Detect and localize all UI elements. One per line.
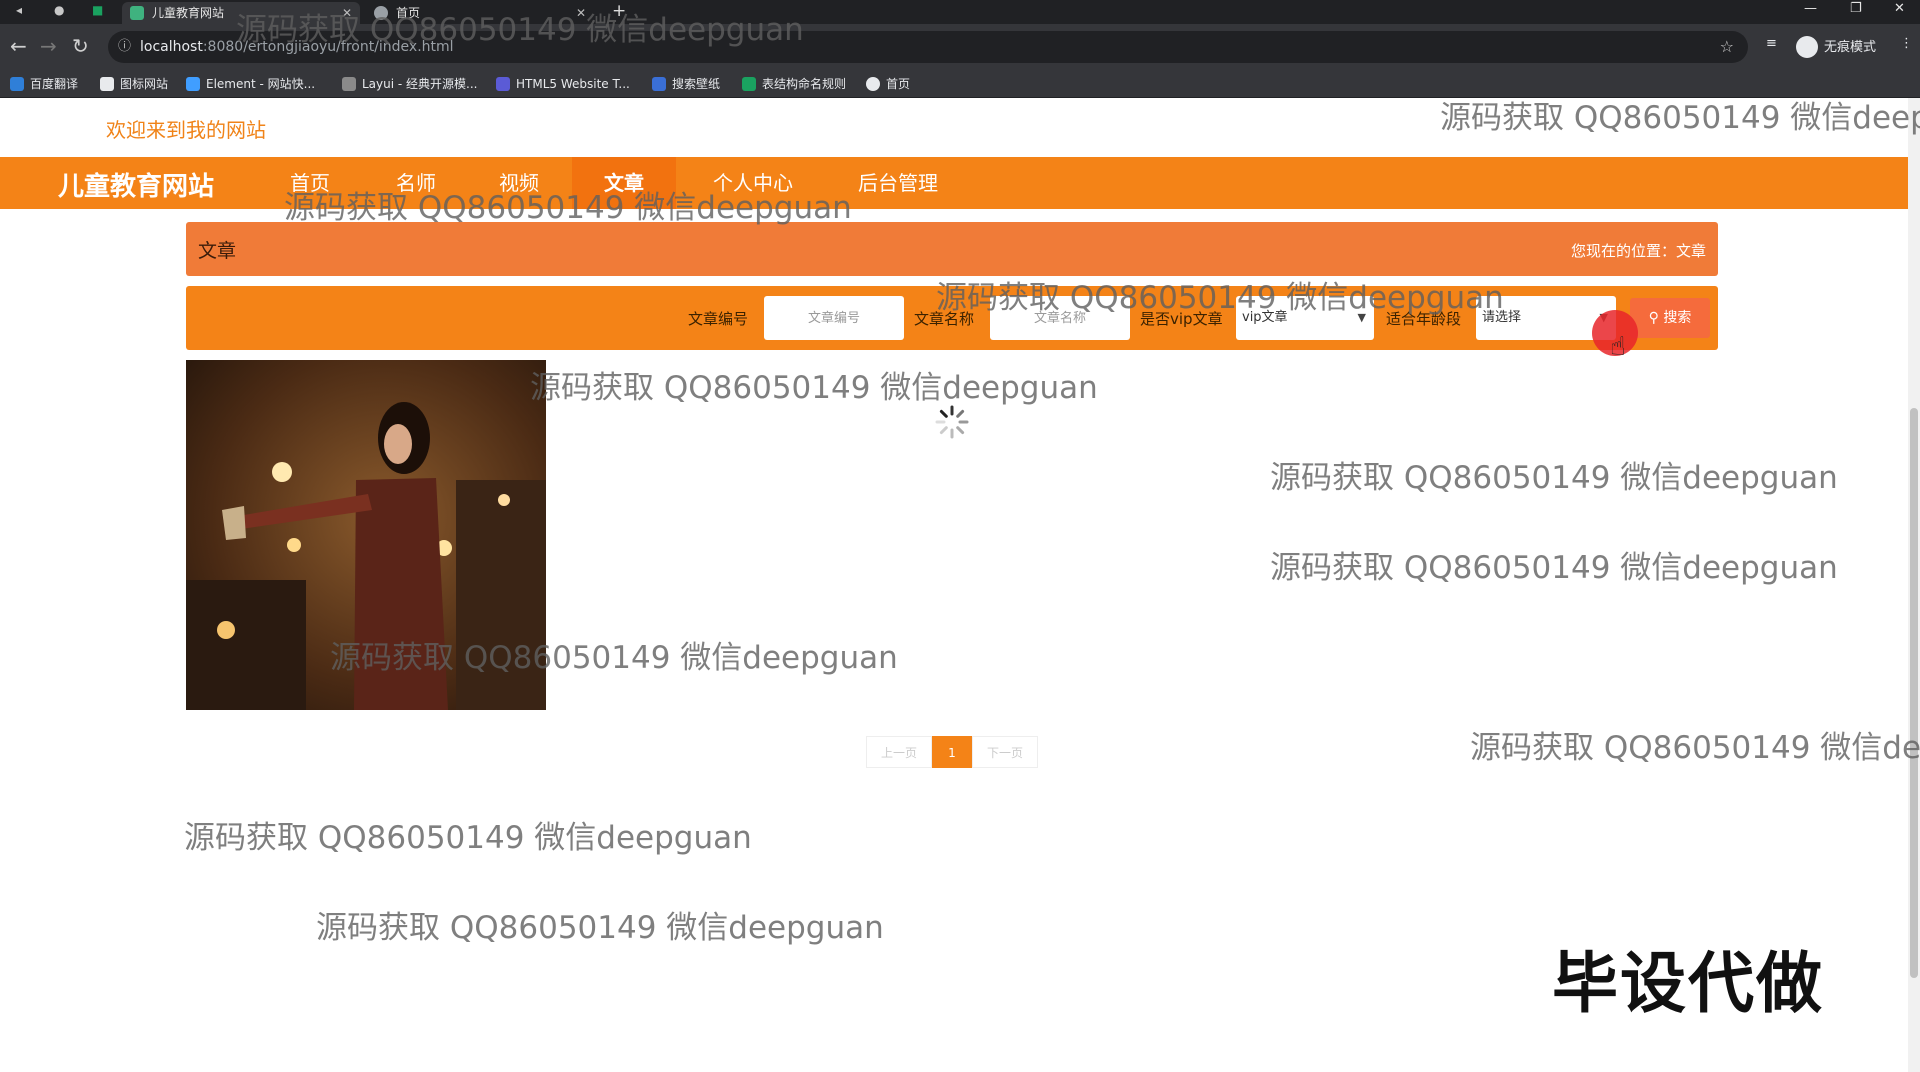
article-no-input[interactable]	[764, 296, 904, 340]
translate-icon	[10, 77, 24, 91]
globe-icon	[866, 77, 880, 91]
element-icon	[186, 77, 200, 91]
profile-label[interactable]: 无痕模式	[1824, 36, 1876, 55]
article-thumbnail[interactable]	[186, 360, 546, 710]
bookmark-item[interactable]: 图标网站	[100, 76, 168, 92]
main-navbar: 儿童教育网站 首页 名师 视频 文章 个人中心 后台管理	[0, 157, 1908, 209]
tab-title: 儿童教育网站	[152, 6, 225, 20]
nav-admin[interactable]: 后台管理	[846, 157, 950, 209]
wallpaper-icon	[652, 77, 666, 91]
globe-icon[interactable]: ●	[54, 3, 64, 17]
article-image	[186, 360, 546, 710]
browser-tab-strip: ◂ ● ■ 儿童教育网站 ✕ 首页 ✕ + — ❐ ✕	[0, 0, 1920, 24]
search-button[interactable]: ⚲ 搜索	[1630, 298, 1710, 338]
article-name-label: 文章名称	[914, 310, 975, 328]
vip-select-value: vip文章	[1242, 310, 1288, 325]
incognito-icon[interactable]	[1796, 36, 1818, 58]
chevron-down-icon: ▼	[1357, 311, 1366, 324]
nav-teachers[interactable]: 名师	[376, 157, 456, 209]
bookmark-item[interactable]: 搜索壁纸	[652, 76, 720, 92]
sheet-icon	[742, 77, 756, 91]
watermark: 源码获取 QQ86050149 微信deepguan	[1270, 550, 1838, 586]
location-value[interactable]: 文章	[1676, 242, 1706, 260]
minimize-icon[interactable]: —	[1804, 1, 1817, 16]
bookmark-item[interactable]: Layui - 经典开源模...	[342, 76, 477, 92]
age-select-value: 请选择	[1482, 310, 1522, 325]
bookmark-item[interactable]: Element - 网站快...	[186, 76, 315, 92]
tab-title: 首页	[396, 6, 421, 20]
flag-icon	[100, 77, 114, 91]
close-icon[interactable]: ✕	[576, 2, 586, 24]
article-name-input[interactable]	[990, 296, 1130, 340]
close-icon[interactable]: ✕	[342, 2, 352, 24]
reading-list-icon[interactable]: ≡	[1766, 36, 1777, 51]
watermark: 源码获取 QQ86050149 微信deepguan	[184, 820, 752, 856]
audio-icon[interactable]: ◂	[16, 3, 22, 17]
back-icon[interactable]: ←	[10, 34, 27, 58]
search-form: 文章编号 文章名称 是否vip文章 vip文章 ▼ 适合年龄段 请选择 ▼ ⚲ …	[186, 286, 1718, 350]
age-label: 适合年龄段	[1386, 310, 1462, 328]
globe-icon	[374, 6, 388, 20]
window-close-icon[interactable]: ✕	[1894, 1, 1905, 16]
hand-cursor-icon: ☝	[1610, 332, 1626, 362]
bookmark-item[interactable]: HTML5 Website T...	[496, 76, 630, 92]
next-page-button[interactable]: 下一页	[972, 736, 1038, 768]
search-icon: ⚲	[1648, 310, 1659, 326]
reload-icon[interactable]: ↻	[72, 34, 89, 58]
scrollbar-thumb[interactable]	[1910, 408, 1918, 978]
nav-articles[interactable]: 文章	[572, 157, 676, 209]
layui-icon	[342, 77, 356, 91]
watermark: 源码获取 QQ86050149 微信deepguan	[1440, 100, 1920, 136]
site-title[interactable]: 儿童教育网站	[58, 166, 214, 203]
watermark: 源码获取 QQ86050149 微信deepguan	[1270, 460, 1838, 496]
vue-icon	[130, 6, 144, 20]
tab-home[interactable]: 首页 ✕	[366, 2, 594, 24]
vip-select[interactable]: vip文章 ▼	[1236, 296, 1374, 340]
section-title: 文章	[198, 240, 237, 262]
nav-videos[interactable]: 视频	[479, 157, 559, 209]
loading-spinner-icon	[935, 405, 969, 439]
promo-text: 毕设代做	[1552, 945, 1824, 1022]
bookmarks-bar: 百度翻译 图标网站 Element - 网站快... Layui - 经典开源模…	[0, 70, 1920, 98]
bookmark-item[interactable]: 表结构命名规则	[742, 76, 846, 92]
search-button-label: 搜索	[1663, 310, 1692, 326]
watermark: 源码获取 QQ86050149 微信deepguan	[1470, 730, 1920, 766]
location-label: 您现在的位置：	[1570, 242, 1676, 260]
breadcrumb: 文章 您现在的位置：文章	[186, 222, 1718, 276]
nav-home[interactable]: 首页	[270, 157, 350, 209]
url-path: :8080/ertongjiaoyu/front/index.html	[202, 39, 454, 55]
new-tab-icon[interactable]: +	[612, 1, 626, 21]
article-no-label: 文章编号	[688, 310, 749, 328]
vip-label: 是否vip文章	[1140, 310, 1223, 328]
restore-icon[interactable]: ❐	[1850, 1, 1862, 16]
current-page[interactable]: 1	[932, 736, 972, 768]
html5-icon	[496, 77, 510, 91]
bookmark-item[interactable]: 首页	[866, 76, 910, 92]
pagination: 上一页 1 下一页	[866, 736, 1038, 768]
prev-page-button[interactable]: 上一页	[866, 736, 932, 768]
forward-icon[interactable]: →	[40, 34, 57, 58]
pinned-tab-icon[interactable]: ■	[92, 3, 103, 17]
page-scrollbar[interactable]	[1908, 98, 1920, 1072]
nav-personal-center[interactable]: 个人中心	[700, 157, 806, 209]
menu-icon[interactable]: ⋮	[1900, 36, 1913, 51]
breadcrumb-location: 您现在的位置：文章	[1571, 240, 1706, 261]
watermark: 源码获取 QQ86050149 微信deepguan	[530, 370, 1098, 406]
bookmark-item[interactable]: 百度翻译	[10, 76, 78, 92]
watermark: 源码获取 QQ86050149 微信deepguan	[316, 910, 884, 946]
welcome-text: 欢迎来到我的网站	[106, 118, 266, 142]
bookmark-star-icon[interactable]: ☆	[1720, 31, 1734, 63]
tab-site[interactable]: 儿童教育网站 ✕	[122, 2, 360, 24]
site-info-icon[interactable]: ⓘ	[118, 31, 131, 63]
url-host: localhost	[140, 39, 203, 55]
address-bar[interactable]: ⓘ localhost:8080/ertongjiaoyu/front/inde…	[108, 31, 1748, 63]
browser-toolbar: ← → ↻ ⓘ localhost:8080/ertongjiaoyu/fron…	[0, 24, 1920, 70]
